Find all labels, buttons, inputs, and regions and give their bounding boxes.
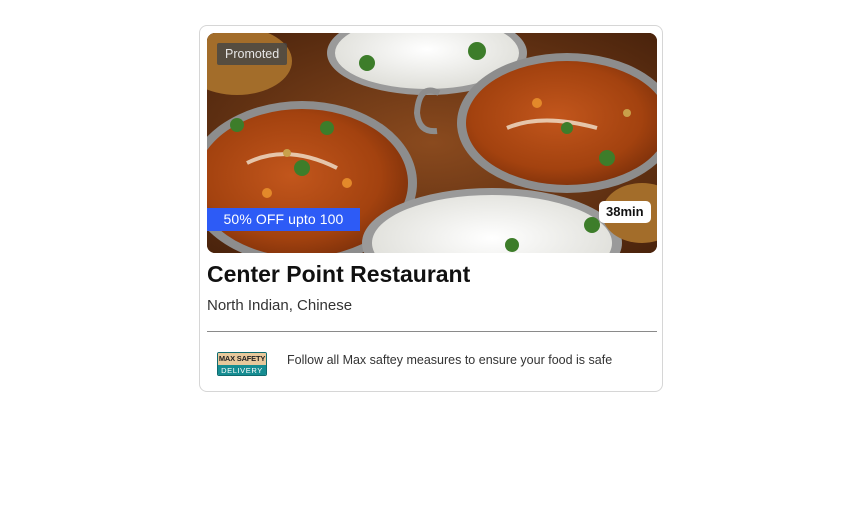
badge-bottom-text: DELIVERY <box>218 365 266 375</box>
restaurant-card[interactable]: Promoted 50% OFF upto 100 38min Center P… <box>199 25 663 392</box>
delivery-time-badge: 38min <box>599 201 651 223</box>
divider <box>207 331 657 332</box>
restaurant-name[interactable]: Center Point Restaurant <box>207 261 470 288</box>
cuisine-list: North Indian, Chinese <box>207 297 353 314</box>
badge-top-text: MAX SAFETY <box>218 353 266 365</box>
offer-badge: 50% OFF upto 100 <box>207 208 360 231</box>
safety-message: Follow all Max saftey measures to ensure… <box>287 353 613 367</box>
restaurant-image[interactable]: Promoted 50% OFF upto 100 38min <box>207 33 657 253</box>
max-safety-delivery-badge: MAX SAFETY DELIVERY <box>217 352 267 376</box>
promoted-tag: Promoted <box>217 43 288 65</box>
